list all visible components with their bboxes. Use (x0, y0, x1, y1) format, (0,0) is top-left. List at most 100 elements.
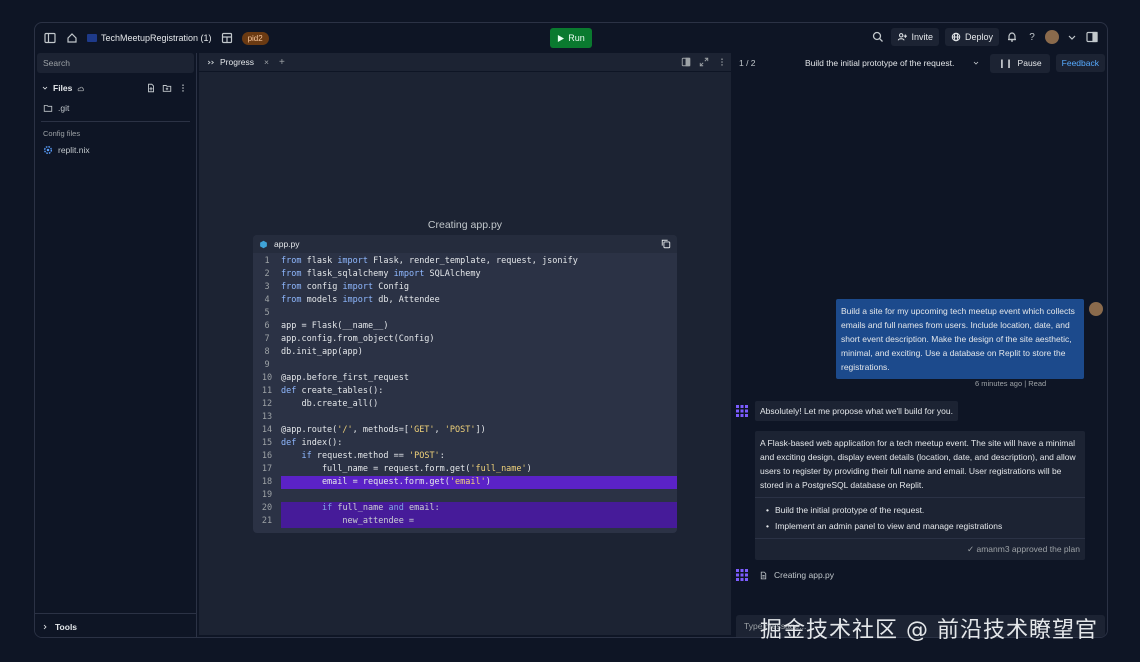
close-icon[interactable]: × (264, 57, 269, 67)
code-line: 17 full_name = request.form.get('full_na… (253, 463, 677, 476)
code-line: 6 app = Flask(__name__) (253, 320, 677, 333)
run-button[interactable]: Run (550, 28, 592, 48)
add-tab-icon[interactable]: + (279, 57, 285, 68)
code-line: 3 from config import Config (253, 281, 677, 294)
line-number: 8 (264, 347, 270, 357)
line-number: 17 (261, 464, 273, 474)
feedback-button[interactable]: Feedback (1055, 54, 1105, 72)
line-content: def index(): (281, 438, 343, 448)
line-number: 15 (261, 438, 273, 448)
repl-icon (87, 34, 97, 42)
tools-label: Tools (55, 621, 78, 632)
line-number: 10 (261, 373, 273, 383)
home-icon[interactable] (65, 31, 79, 45)
deploy-button[interactable]: Deploy (944, 28, 999, 46)
code-line: 19 (253, 489, 677, 502)
line-content: from flask import Flask, render_template… (281, 256, 578, 266)
user-message: Build a site for my upcoming tech meetup… (836, 299, 1084, 379)
agent-icon (736, 569, 748, 581)
code-line: 20 if full_name and email: (253, 502, 677, 515)
tab-progress[interactable]: Progress × (203, 57, 273, 67)
panel-toggle-icon[interactable] (1085, 30, 1099, 44)
line-content (281, 489, 677, 502)
file-item-label: replit.nix (58, 145, 90, 155)
line-content: db.init_app(app) (281, 347, 363, 357)
chevron-down-icon[interactable] (1065, 30, 1079, 44)
pause-icon: ❙❙ (998, 57, 1013, 68)
bullet-icon: • (766, 521, 769, 531)
plan-step-label: Build the initial prototype of the reque… (774, 505, 925, 515)
more-options-icon[interactable] (717, 57, 727, 67)
file-icon (760, 571, 767, 579)
invite-button[interactable]: Invite (891, 28, 939, 46)
line-content: app = Flask(__name__) (281, 321, 389, 331)
line-number: 1 (264, 256, 270, 266)
plan-description: A Flask-based web application for a tech… (755, 431, 1085, 498)
line-number: 9 (264, 360, 270, 370)
more-options-icon[interactable] (178, 83, 188, 93)
file-item-replit-nix[interactable]: replit.nix (35, 143, 196, 161)
bell-icon[interactable] (1005, 30, 1019, 44)
line-content: new_attendee = (281, 515, 677, 528)
sidebar-toggle-icon[interactable] (43, 31, 57, 45)
line-content: from config import Config (281, 282, 409, 292)
file-search-input[interactable]: Search (37, 53, 194, 73)
check-icon: ✓ (967, 544, 975, 554)
files-header: Files (35, 73, 196, 97)
creating-file-status[interactable]: Creating app.py (759, 570, 834, 580)
new-folder-icon[interactable] (162, 83, 172, 93)
line-number: 12 (261, 399, 273, 409)
invite-label: Invite (911, 32, 933, 42)
bullet-icon: • (766, 505, 769, 515)
expand-icon[interactable] (699, 57, 709, 67)
user-message-avatar (1089, 302, 1103, 316)
deploy-label: Deploy (964, 32, 993, 42)
code-line: 18 email = request.form.get('email') (253, 476, 677, 489)
help-icon[interactable]: ? (1025, 30, 1039, 44)
repl-name[interactable]: TechMeetupRegistration (1) (87, 33, 212, 43)
layout-icon[interactable] (220, 31, 234, 45)
plan-step: • Build the initial prototype of the requ… (760, 502, 1080, 518)
top-bar: TechMeetupRegistration (1) pid2 Run Invi… (35, 23, 1107, 53)
new-file-icon[interactable] (146, 83, 156, 93)
line-content: @app.before_first_request (281, 373, 409, 383)
split-pane-icon[interactable] (681, 57, 691, 67)
step-title: Build the initial prototype of the reque… (805, 58, 955, 68)
message-meta: 6 minutes ago | Read (975, 379, 1047, 388)
chat-top-bar: 1 / 2 Build the initial prototype of the… (735, 53, 1107, 73)
tools-section[interactable]: Tools (35, 613, 196, 637)
code-line: 5 (253, 307, 677, 320)
code-line: 15 def index(): (253, 437, 677, 450)
user-avatar[interactable] (1045, 30, 1059, 44)
progress-pane: Progress × + Creating app.py app.py 1 fro… (199, 53, 731, 635)
line-number: 3 (264, 282, 270, 292)
copy-icon[interactable] (661, 239, 671, 249)
line-number: 6 (264, 321, 270, 331)
code-line: 12 db.create_all() (253, 398, 677, 411)
code-line: 9 (253, 359, 677, 372)
ide-window: TechMeetupRegistration (1) pid2 Run Invi… (34, 22, 1108, 638)
line-content: from flask_sqlalchemy import SQLAlchemy (281, 269, 481, 279)
pid-badge[interactable]: pid2 (241, 31, 269, 45)
line-number: 14 (261, 425, 273, 435)
code-line: 16 if request.method == 'POST': (253, 450, 677, 463)
pause-label: Pause (1017, 57, 1042, 68)
line-content: if request.method == 'POST': (301, 451, 445, 461)
step-select[interactable]: Build the initial prototype of the reque… (785, 58, 985, 68)
line-content: app.config.from_object(Config) (281, 334, 435, 344)
agent-icon (736, 405, 748, 417)
plan-step: • Implement an admin panel to view and ma… (760, 518, 1080, 534)
line-content: email = request.form.get('email') (281, 476, 677, 489)
pause-button[interactable]: ❙❙ Pause (990, 53, 1050, 73)
repl-name-label: TechMeetupRegistration (1) (101, 33, 212, 43)
files-toggle[interactable]: Files (41, 83, 85, 93)
agent-message: Absolutely! Let me propose what we'll bu… (755, 401, 958, 421)
file-item-git[interactable]: .git (35, 97, 196, 119)
line-number: 11 (261, 386, 273, 396)
line-content: if full_name and email: (281, 502, 677, 515)
line-number: 7 (264, 334, 270, 344)
plan-card: A Flask-based web application for a tech… (755, 431, 1085, 560)
line-content: db.create_all() (281, 399, 379, 409)
search-icon[interactable] (871, 30, 885, 44)
plan-approved-label: amanm3 approved the plan (976, 544, 1081, 554)
